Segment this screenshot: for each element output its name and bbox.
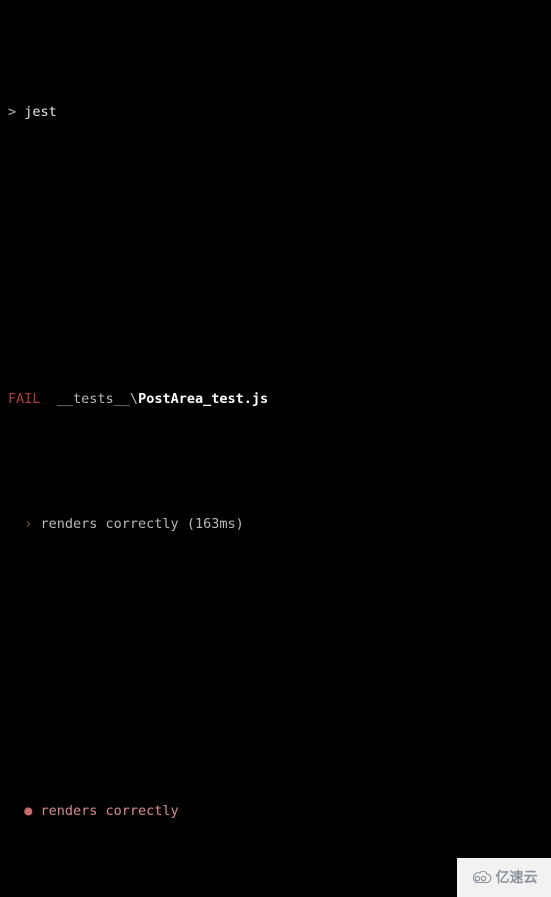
command-line: > jest: [0, 100, 551, 125]
watermark: 亿速云: [457, 858, 551, 897]
test-case-name: renders correctly (163ms): [40, 516, 244, 532]
failure-title-line: ● renders correctly: [0, 799, 551, 824]
watermark-text: 亿速云: [495, 869, 538, 886]
terminal-output[interactable]: > jest FAIL __tests__\PostArea_test.js ›…: [0, 0, 551, 897]
test-path-prefix: __tests__\: [40, 391, 139, 407]
prompt-symbol: >: [8, 104, 25, 120]
test-file-name: PostArea_test.js: [138, 391, 269, 407]
chevron-right-icon: ›: [8, 516, 41, 532]
fail-header-line: FAIL __tests__\PostArea_test.js: [0, 387, 551, 412]
fail-badge: FAIL: [8, 391, 41, 407]
bullet-icon: ●: [8, 803, 41, 819]
command-text: jest: [24, 104, 57, 120]
test-case-line: › renders correctly (163ms): [0, 512, 551, 537]
cloud-logo-icon: [472, 870, 491, 883]
failure-title: renders correctly: [40, 803, 179, 819]
